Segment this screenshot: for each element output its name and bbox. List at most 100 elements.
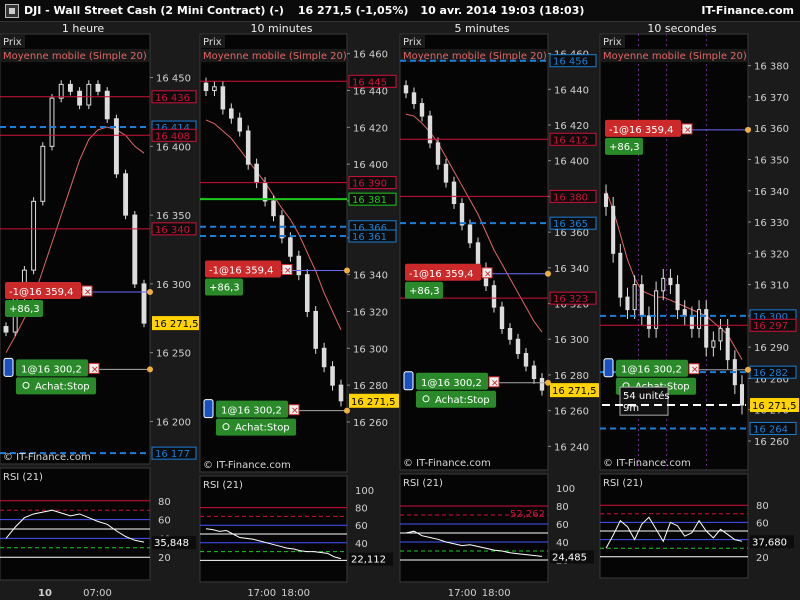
rsi-value-label: 22,112 [351, 555, 386, 566]
close-glyph: ✕ [91, 365, 99, 375]
candle [321, 347, 327, 368]
sell-order-handle[interactable] [344, 267, 350, 274]
candle [254, 163, 259, 184]
candle [313, 310, 318, 349]
watermark: © IT-Finance.com [203, 460, 291, 471]
sell-order-label: -1@16 359,4 [9, 287, 74, 298]
order-type-icon[interactable] [203, 399, 214, 419]
ma-series-tag: Moyenne mobile (Simple 20) [203, 51, 347, 62]
buy-stop-label: Achat:Stop [435, 395, 490, 406]
rsi-pane[interactable] [0, 467, 151, 581]
y-tick-label: 16 450 [156, 74, 191, 85]
buy-order-handle[interactable] [745, 366, 751, 373]
candle [86, 83, 92, 106]
level-label: 16 361 [352, 232, 387, 243]
candle [3, 326, 9, 333]
timeframe-title: 1 heure [62, 22, 104, 35]
rsi-pane[interactable] [199, 475, 348, 583]
y-tick-label: 16 240 [554, 442, 589, 453]
candle [330, 366, 335, 386]
candle [523, 353, 529, 367]
multi-timeframe-chart[interactable]: 1 heure 16 450 16 400 16 350 16 300 16 250 16 … [0, 0, 800, 600]
candle [443, 163, 449, 183]
y-tick-label: 16 320 [353, 307, 388, 318]
y-tick-label: 16 380 [754, 62, 789, 73]
order-pnl-label: +86,3 [609, 142, 640, 153]
y-tick-label: 16 340 [554, 264, 589, 275]
rsi-tag: RSI (21) [3, 472, 43, 483]
rsi-value-label: 24,485 [552, 552, 587, 563]
y-tick-label: 16 200 [156, 417, 191, 428]
candle [229, 108, 234, 119]
x-tick-label: 07:00 [83, 588, 112, 599]
buy-order-handle[interactable] [147, 366, 153, 373]
sell-order-handle[interactable] [147, 289, 153, 295]
rsi-tick-label: 80 [158, 497, 171, 508]
buy-order-label: 1@16 300,2 [421, 378, 482, 389]
close-glyph: ✕ [291, 407, 299, 417]
order-type-icon[interactable] [3, 357, 14, 377]
close-glyph: ✕ [684, 126, 692, 136]
rsi-tick-label: 20 [158, 553, 171, 564]
chart-panel-3[interactable]: 5 minutes16 46016 44016 42016 40016 3801… [399, 22, 600, 600]
candle [132, 214, 138, 285]
level-label: 16 282 [753, 368, 788, 379]
rsi-pane[interactable] [399, 473, 549, 583]
level-label: 16 436 [155, 93, 190, 104]
candle [403, 85, 409, 94]
candle [77, 90, 83, 106]
y-tick-label: 16 260 [754, 437, 789, 448]
close-glyph: ✕ [284, 267, 292, 277]
rsi-pane[interactable] [599, 473, 749, 579]
candle [459, 203, 465, 226]
price-series-tag: Prix [403, 37, 422, 48]
y-tick-label: 16 260 [353, 418, 388, 429]
candle [451, 181, 457, 205]
candle [304, 274, 310, 312]
x-tick-label: 17:00 [247, 588, 276, 599]
ma-series-tag: Moyenne mobile (Simple 20) [603, 51, 747, 62]
buy-stop-label: Achat:Stop [35, 381, 90, 392]
y-tick-label: 16 460 [353, 50, 388, 61]
y-tick-label: 16 280 [353, 381, 388, 392]
candle [141, 283, 147, 324]
y-tick-label: 16 360 [754, 124, 789, 135]
watermark: © IT-Finance.com [3, 452, 91, 463]
rsi-value-label: 37,680 [752, 537, 787, 548]
candle [67, 83, 73, 92]
rsi-tick-label: 60 [756, 518, 769, 529]
candle [271, 200, 276, 217]
chart-panel-4[interactable]: 10 secondes 16 380 16 370 16 360 16 350 16 34… [599, 22, 800, 600]
watermark: © IT-Finance.com [403, 458, 491, 469]
candle [531, 365, 537, 380]
candle [675, 284, 680, 311]
candle [411, 92, 417, 105]
y-tick-label: 16 310 [754, 281, 789, 292]
rsi-tick-label: 80 [756, 501, 769, 512]
candle [603, 193, 609, 207]
level-label: 16 380 [553, 192, 588, 203]
order-type-icon[interactable] [403, 371, 414, 391]
candle [661, 277, 666, 292]
candle [288, 237, 293, 257]
buy-order-handle[interactable] [344, 407, 350, 414]
candle [539, 378, 545, 391]
y-tick-label: 16 370 [754, 93, 789, 104]
candle [646, 315, 651, 329]
level-label: 16 365 [553, 219, 588, 230]
price-pane[interactable] [0, 33, 151, 465]
chart-panel-2[interactable]: 10 minutes16 46016 44016 42016 40016 380… [199, 22, 400, 600]
candle [123, 173, 129, 216]
sell-order-label: -1@16 359,4 [209, 266, 274, 277]
sell-order-handle[interactable] [745, 126, 751, 133]
chart-panel-1[interactable]: 1 heure 16 450 16 400 16 350 16 300 16 250 16 … [0, 22, 200, 600]
candle [203, 82, 209, 92]
level-label: 16 177 [155, 449, 190, 460]
y-tick-label: 16 400 [554, 157, 589, 168]
order-type-icon[interactable] [603, 358, 614, 378]
price-series-tag: Prix [603, 37, 622, 48]
rsi-tick-label: 100 [556, 484, 575, 495]
level-label: 16 445 [352, 77, 387, 88]
candle [40, 145, 46, 202]
sell-order-handle[interactable] [545, 270, 551, 277]
